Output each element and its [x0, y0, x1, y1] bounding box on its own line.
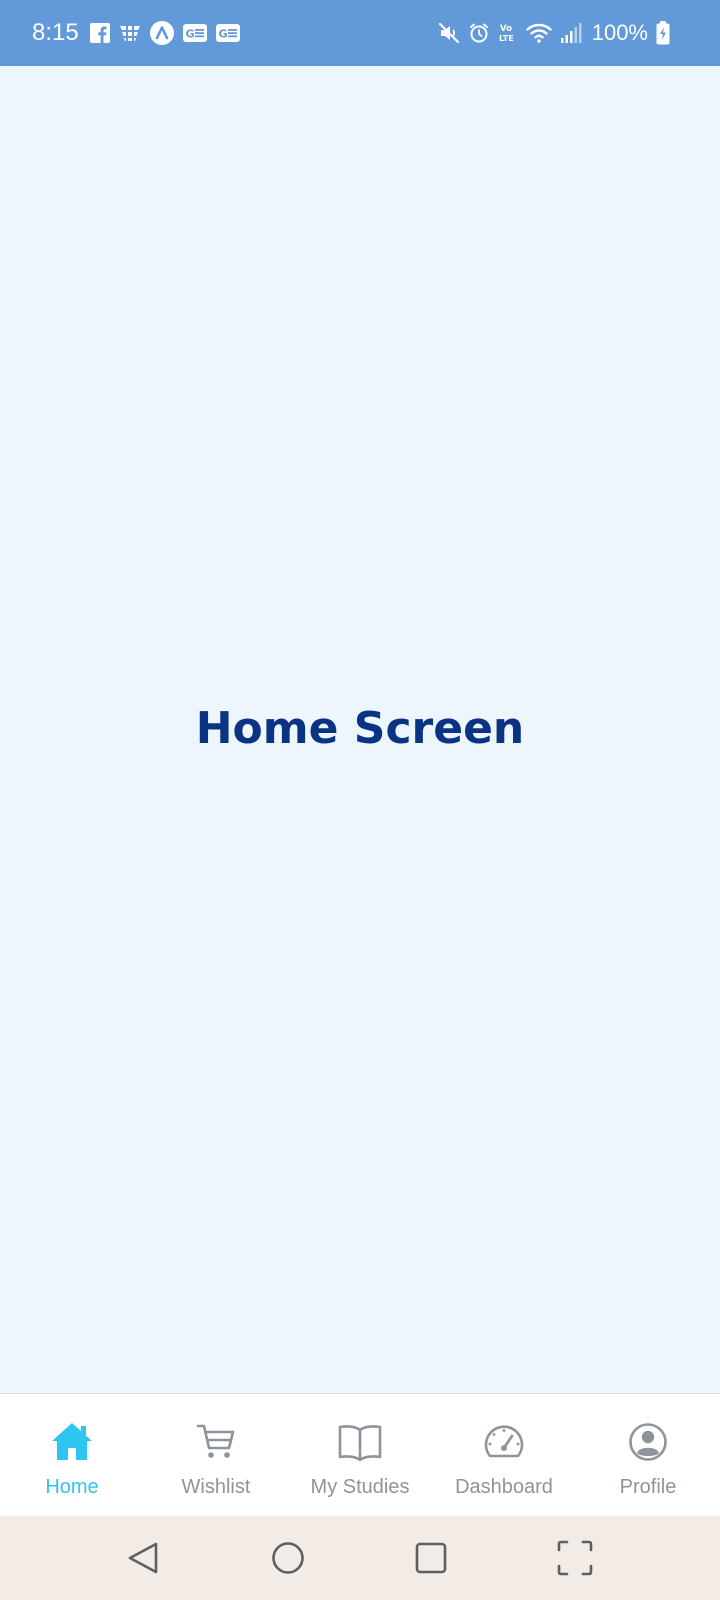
battery-icon — [656, 21, 670, 45]
nav-label-wishlist: Wishlist — [181, 1476, 251, 1498]
recents-icon[interactable] — [409, 1536, 453, 1580]
wifi-icon — [526, 23, 552, 43]
home-icon — [52, 1423, 92, 1460]
volte-icon: Vo LTE — [499, 24, 514, 43]
ge-icon: G — [216, 24, 240, 42]
nav-item-my-studies[interactable]: My Studies — [288, 1394, 432, 1516]
facebook-icon — [90, 23, 110, 43]
system-status-icons: Vo LTE 100% — [438, 21, 670, 45]
system-navigation-bar — [0, 1516, 720, 1600]
nav-label-home: Home — [45, 1476, 99, 1498]
alarm-icon — [469, 23, 488, 43]
ge-icon: G — [183, 24, 207, 42]
nav-item-home[interactable]: Home — [0, 1394, 144, 1516]
nav-label-my-studies: My Studies — [310, 1476, 410, 1498]
screenshot-icon[interactable] — [553, 1536, 597, 1580]
nav-item-dashboard[interactable]: Dashboard — [432, 1394, 576, 1516]
notification-icons: G G — [90, 21, 240, 45]
home-screen-content: Home Screen — [0, 66, 720, 1393]
nav-item-wishlist[interactable]: Wishlist — [144, 1394, 288, 1516]
battery-percent: 100% — [591, 20, 648, 45]
nav-label-profile: Profile — [619, 1476, 677, 1498]
nav-label-dashboard: Dashboard — [455, 1476, 553, 1498]
home-circle-icon[interactable] — [266, 1536, 310, 1580]
signal-icon — [560, 23, 582, 43]
bottom-navigation: Home Wishlist My Studies Dashboard Profi… — [0, 1393, 720, 1516]
mute-icon — [438, 22, 459, 44]
svg-text:G: G — [219, 28, 228, 41]
nav-item-profile[interactable]: Profile — [576, 1394, 720, 1516]
cart-icon — [196, 1424, 235, 1458]
svg-text:G: G — [186, 28, 195, 41]
speedometer-icon — [484, 1425, 524, 1458]
status-bar: 8:15 G G Vo LTE 100% — [0, 0, 720, 66]
svg-text:Vo: Vo — [500, 24, 512, 34]
book-icon — [338, 1425, 382, 1462]
svg-text:LTE: LTE — [499, 34, 514, 43]
app-icon — [120, 25, 140, 41]
back-icon[interactable] — [122, 1536, 166, 1580]
status-time: 8:15 — [32, 19, 79, 46]
user-circle-icon — [629, 1423, 667, 1461]
arc-icon — [150, 21, 174, 45]
page-title: Home Screen — [195, 703, 525, 754]
